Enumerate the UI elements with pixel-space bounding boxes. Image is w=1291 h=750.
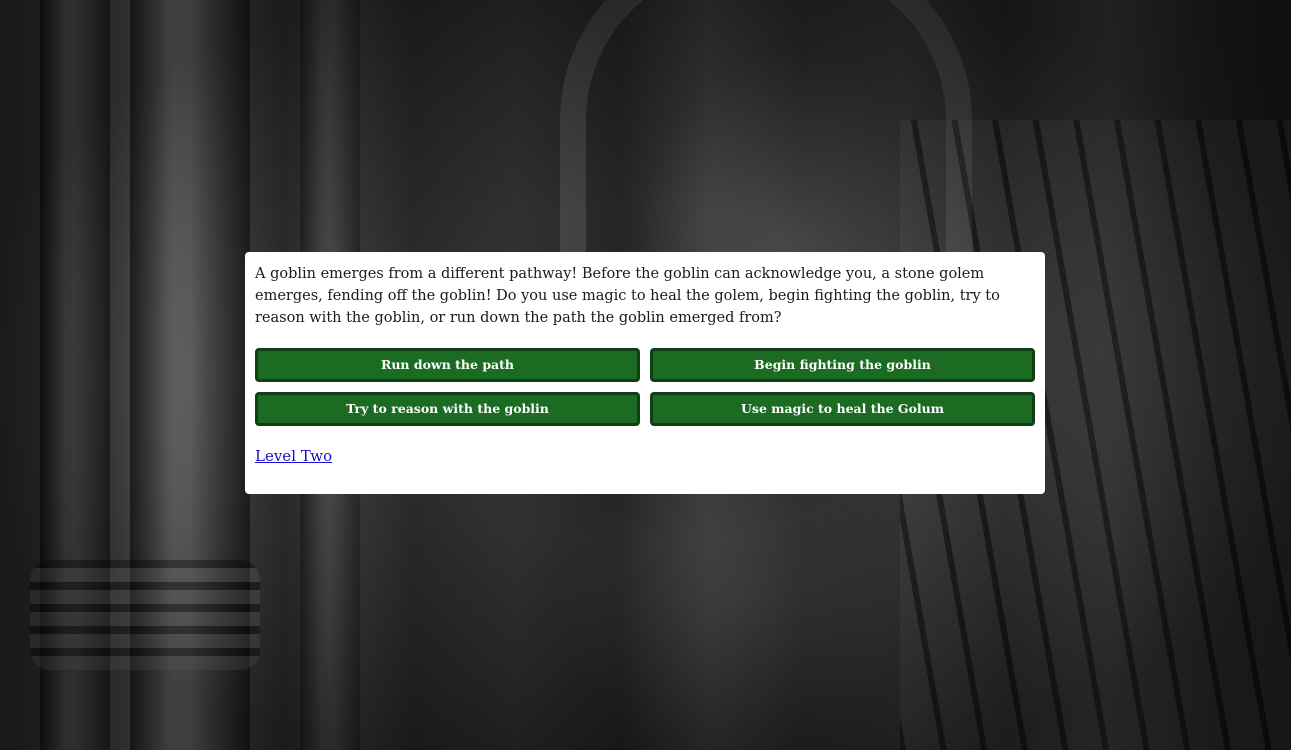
story-text: A goblin emerges from a different pathwa… xyxy=(255,266,1000,326)
choice-grid: Run down the path Begin fighting the gob… xyxy=(255,348,1035,426)
run-down-path-button[interactable]: Run down the path xyxy=(255,348,640,382)
reason-goblin-button[interactable]: Try to reason with the goblin xyxy=(255,392,640,426)
fight-goblin-button[interactable]: Begin fighting the goblin xyxy=(650,348,1035,382)
heal-golem-button[interactable]: Use magic to heal the Golum xyxy=(650,392,1035,426)
story-card: A goblin emerges from a different pathwa… xyxy=(245,252,1045,494)
level-two-link[interactable]: Level Two xyxy=(255,447,332,465)
